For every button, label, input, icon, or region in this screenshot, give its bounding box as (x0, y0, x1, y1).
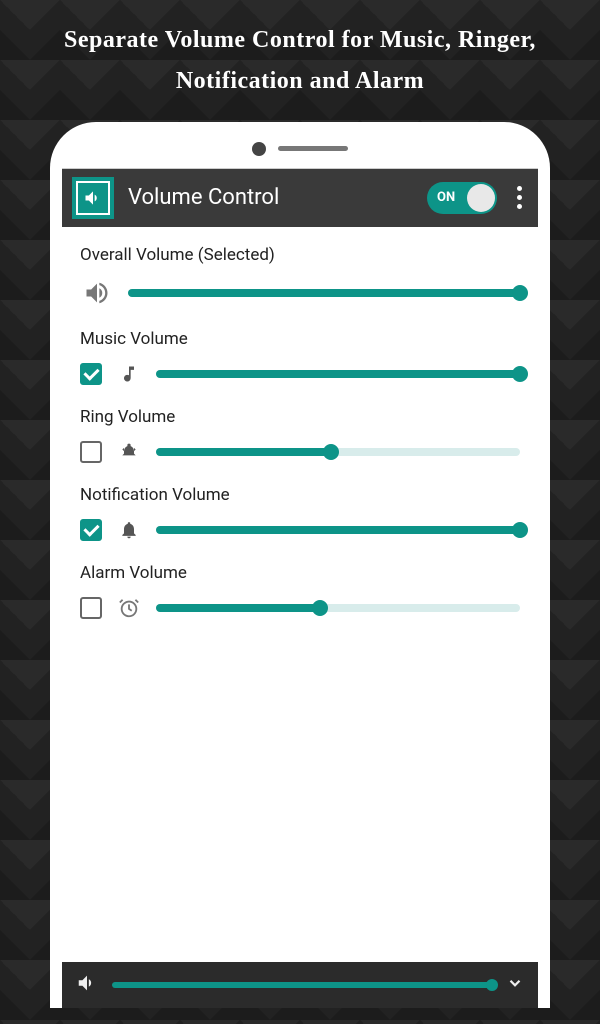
section-overall: Overall Volume (Selected) (80, 245, 520, 307)
label-music: Music Volume (80, 329, 520, 349)
checkbox-ring[interactable] (80, 441, 102, 463)
speaker-slit (278, 146, 348, 151)
checkbox-alarm[interactable] (80, 597, 102, 619)
app-bar: Volume Control ON (62, 169, 538, 227)
slider-overall[interactable] (128, 289, 520, 297)
app-icon (72, 177, 114, 219)
chevron-down-icon[interactable] (506, 974, 524, 996)
checkbox-notification[interactable] (80, 519, 102, 541)
bottom-speaker-icon (76, 972, 98, 998)
section-music: Music Volume (80, 329, 520, 385)
section-ring: Ring Volume (80, 407, 520, 463)
slider-alarm[interactable] (156, 604, 520, 612)
camera-dot (252, 142, 266, 156)
volume-list: Overall Volume (Selected) Music Volume (62, 227, 538, 962)
bell-icon (116, 519, 142, 541)
section-alarm: Alarm Volume (80, 563, 520, 619)
ringer-icon (116, 442, 142, 462)
volume-icon (83, 188, 103, 208)
checkbox-music[interactable] (80, 363, 102, 385)
phone-frame: Volume Control ON Overall Volume (Select… (50, 122, 550, 1008)
section-notification: Notification Volume (80, 485, 520, 541)
toggle-label: ON (437, 190, 455, 205)
label-notification: Notification Volume (80, 485, 520, 505)
slider-notification[interactable] (156, 526, 520, 534)
label-alarm: Alarm Volume (80, 563, 520, 583)
master-toggle[interactable]: ON (427, 182, 497, 214)
music-note-icon (116, 363, 142, 385)
phone-screen: Volume Control ON Overall Volume (Select… (62, 168, 538, 1008)
slider-ring[interactable] (156, 448, 520, 456)
bottom-slider[interactable] (112, 982, 492, 988)
alarm-clock-icon (116, 597, 142, 619)
bottom-bar (62, 962, 538, 1008)
slider-music[interactable] (156, 370, 520, 378)
promo-headline: Separate Volume Control for Music, Ringe… (0, 0, 600, 112)
speaker-icon (80, 279, 114, 307)
app-title: Volume Control (128, 185, 413, 210)
overflow-menu-button[interactable] (511, 186, 528, 209)
toggle-knob (467, 184, 495, 212)
label-ring: Ring Volume (80, 407, 520, 427)
phone-earpiece (62, 134, 538, 168)
label-overall: Overall Volume (Selected) (80, 245, 520, 265)
